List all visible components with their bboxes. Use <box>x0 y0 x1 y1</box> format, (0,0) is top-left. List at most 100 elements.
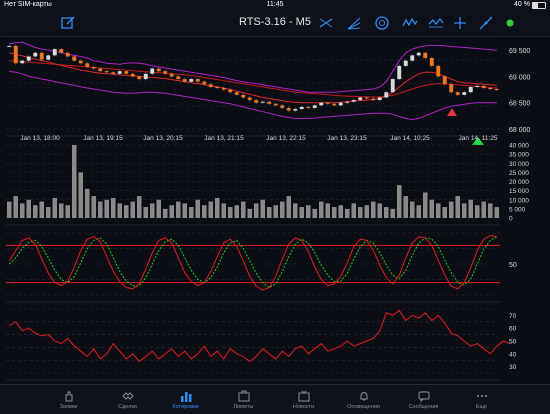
tab-more[interactable]: Еще <box>454 385 509 414</box>
more-dots-icon <box>476 395 487 397</box>
candle <box>247 97 252 101</box>
rsi-axis-label: 50 <box>509 339 517 346</box>
tv-icon <box>298 390 309 402</box>
candle <box>241 94 246 98</box>
volume-bar <box>110 197 116 218</box>
time-axis-label: Jan 13, 20:15 <box>143 135 183 142</box>
price-axis-label: 69 500 <box>509 48 531 55</box>
candle <box>468 86 473 93</box>
candle <box>234 92 239 95</box>
slow-ma-line <box>9 60 497 98</box>
rsi-panel[interactable]: 70 60 50 40 30 <box>6 308 517 381</box>
chart-area[interactable]: 69 500 69 000 68 500 68 000 Jan 13, 18:00 Jan… <box>0 37 550 384</box>
tab-label: Сделки <box>118 404 137 410</box>
volume-bar <box>279 201 285 218</box>
volume-bar <box>208 201 214 218</box>
candle <box>85 63 90 67</box>
chart-toolbar: RTS-3.16 - M5 <box>0 10 550 37</box>
tab-label: Котировки <box>172 404 199 410</box>
rsi-line <box>9 309 510 363</box>
crosshair-icon[interactable] <box>452 15 468 31</box>
tab-alerts[interactable]: Оповещения <box>336 385 391 414</box>
candle <box>20 60 25 64</box>
tab-orders[interactable]: Заявки <box>41 385 96 414</box>
volume-bar <box>149 203 155 218</box>
candle <box>423 52 428 59</box>
battery-label: 40 % <box>514 1 530 8</box>
volume-bar <box>136 196 142 218</box>
volume-axis-label: 5 000 <box>509 206 526 213</box>
battery-icon <box>532 1 546 9</box>
tab-label: Сообщения <box>408 404 439 410</box>
candle <box>33 52 38 57</box>
candle <box>338 102 343 106</box>
tab-messages[interactable]: Сообщения <box>396 385 451 414</box>
volume-bar <box>123 205 129 218</box>
signal-line <box>8 236 498 289</box>
candle <box>416 52 421 56</box>
candle <box>449 84 454 93</box>
candle <box>254 100 259 103</box>
time-axis-label: Jan 13, 23:15 <box>327 135 367 142</box>
candle <box>273 103 278 106</box>
candle <box>403 60 408 66</box>
candle <box>286 107 291 111</box>
candle <box>202 81 207 85</box>
line-tool-icon[interactable] <box>318 15 334 31</box>
candle <box>26 56 31 61</box>
tab-limits[interactable]: Лимиты <box>216 385 271 414</box>
elliott-wave-icon[interactable] <box>402 15 418 31</box>
volume-bar <box>45 207 51 218</box>
rsi-axis-label: 70 <box>509 313 517 320</box>
candle <box>260 101 265 103</box>
candle <box>293 109 298 111</box>
candle <box>169 73 174 77</box>
time-axis-label: Jan 14, 11:25 <box>459 135 498 142</box>
oscillator-panel[interactable]: 50 <box>6 232 517 303</box>
volume-bar <box>468 199 474 218</box>
trend-line-icon[interactable] <box>478 15 494 31</box>
candle <box>280 105 285 108</box>
candle <box>345 101 350 103</box>
volume-bar <box>39 201 45 218</box>
volume-axis-label: 10 000 <box>509 197 529 204</box>
volume-bar <box>318 201 324 218</box>
candle <box>143 73 148 80</box>
volume-bar <box>201 205 207 218</box>
fan-tool-icon[interactable] <box>346 15 362 31</box>
volume-bar <box>396 185 402 218</box>
candle <box>182 79 187 82</box>
cycle-tool-icon[interactable] <box>374 15 390 31</box>
volume-bar <box>234 205 240 218</box>
volume-bar <box>52 197 58 218</box>
candle <box>65 52 70 57</box>
price-axis-label: 68 500 <box>509 101 531 108</box>
volume-bar <box>84 188 90 218</box>
volume-bar <box>442 207 448 218</box>
zigzag-icon[interactable] <box>428 15 444 31</box>
volume-bar <box>357 207 363 218</box>
volume-bar <box>487 203 493 218</box>
candle <box>221 87 226 90</box>
volume-bar <box>91 196 97 218</box>
tab-news[interactable]: Новости <box>276 385 331 414</box>
price-panel[interactable]: 69 500 69 000 68 500 68 000 Jan 13, 18:00 Jan… <box>6 37 531 145</box>
volume-bar <box>143 207 149 218</box>
volume-bar <box>65 205 71 218</box>
candle <box>46 55 51 60</box>
volume-bar <box>292 203 298 218</box>
volume-panel[interactable]: 40 000 35 000 30 000 25 000 20 000 15 000 10 0… <box>6 143 529 226</box>
status-bar: Нет SIM-карты 11:45 40 % <box>0 0 550 10</box>
volume-bar <box>156 199 162 218</box>
volume-bar <box>247 208 253 218</box>
volume-bar <box>338 205 344 218</box>
volume-bar <box>227 207 233 218</box>
status-dot-icon[interactable] <box>502 15 518 31</box>
volume-bar <box>240 201 246 218</box>
tab-trades[interactable]: Сделки <box>100 385 155 414</box>
tab-quotes[interactable]: Котировки <box>158 385 213 414</box>
tab-label: Новости <box>292 404 315 410</box>
candle <box>137 76 142 80</box>
time-axis-label: Jan 13, 19:15 <box>83 135 123 142</box>
volume-bar <box>273 205 279 218</box>
